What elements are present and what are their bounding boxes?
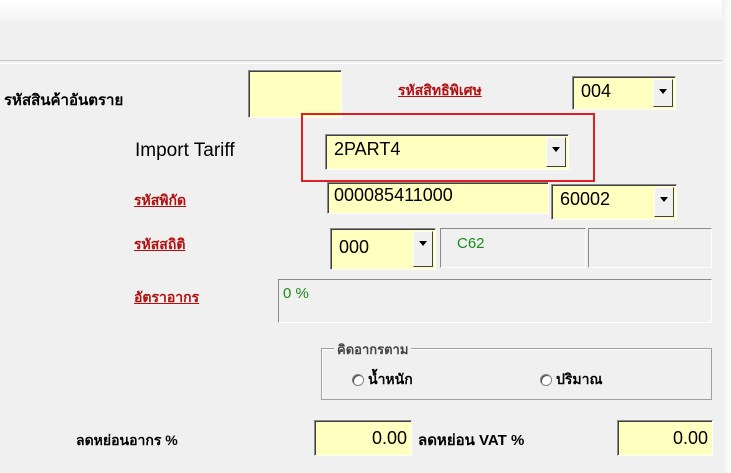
statistics-unit-value: C62: [457, 235, 485, 252]
window-top-strip: [0, 0, 731, 20]
vat-reduction-label: ลดหย่อน VAT %: [418, 432, 525, 449]
panel-divider: [0, 60, 722, 64]
tariff-subcode-value: 60002: [560, 189, 611, 209]
privilege-code-combo[interactable]: 004: [572, 76, 676, 110]
calc-duty-groupbox: คิดอากรตาม น้ำหนัก ปริมาณ: [321, 339, 712, 400]
tariff-code-field[interactable]: 000085411000: [327, 182, 549, 214]
radio-weight[interactable]: น้ำหนัก: [352, 369, 413, 391]
radio-circle-icon[interactable]: [540, 374, 552, 386]
chevron-down-icon[interactable]: [413, 231, 433, 267]
radio-circle-icon[interactable]: [352, 374, 364, 386]
chevron-down-icon[interactable]: [654, 187, 674, 217]
tariff-code-link[interactable]: รหัสพิกัด: [134, 190, 186, 212]
statistics-code-value: 000: [339, 237, 370, 257]
chevron-down-icon[interactable]: [653, 79, 673, 107]
radio-quantity-label: ปริมาณ: [556, 371, 603, 387]
statistics-extra-box: [588, 228, 712, 268]
import-tariff-label: Import Tariff: [135, 140, 235, 161]
statistics-unit-box: C62: [440, 228, 586, 268]
duty-rate-link[interactable]: อัตราอากร: [134, 287, 199, 309]
duty-reduction-label: ลดหย่อนอากร %: [76, 432, 178, 448]
radio-quantity[interactable]: ปริมาณ: [540, 369, 602, 391]
statistics-code-combo[interactable]: 000: [330, 228, 436, 270]
tariff-subcode-combo[interactable]: 60002: [551, 184, 677, 220]
privilege-code-value: 004: [581, 81, 612, 101]
duty-rate-box: 0 %: [278, 279, 712, 323]
duty-rate-value: 0 %: [283, 285, 309, 302]
vat-reduction-field[interactable]: 0.00: [617, 420, 713, 456]
duty-reduction-field[interactable]: 0.00: [314, 420, 412, 456]
calc-duty-group-label: คิดอากรตาม: [334, 339, 412, 360]
dangerous-goods-code-field[interactable]: [248, 70, 342, 118]
dangerous-goods-code-label: รหัสสินค้าอันตราย: [4, 92, 124, 109]
import-tariff-highlight: [301, 113, 595, 182]
radio-weight-label: น้ำหนัก: [368, 371, 413, 387]
statistics-code-link[interactable]: รหัสสถิติ: [134, 234, 185, 256]
panel-right-edge: [722, 0, 731, 473]
privilege-code-link[interactable]: รหัสสิทธิพิเศษ: [398, 80, 482, 102]
